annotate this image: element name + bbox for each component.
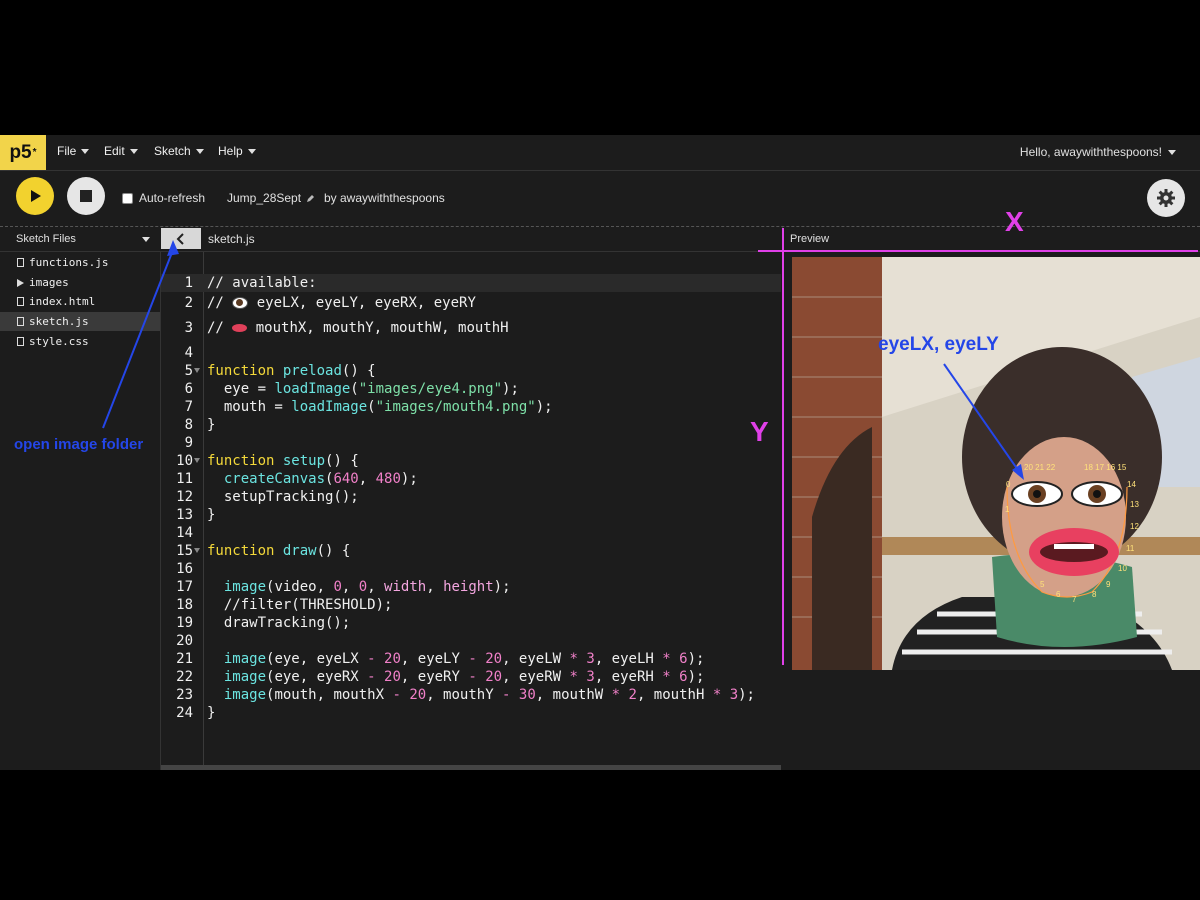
annotation-eye-label: eyeLX, eyeLY xyxy=(878,334,999,355)
annotation-open-folder: open image folder xyxy=(14,436,144,453)
annotation-x-axis: X xyxy=(1005,206,1024,237)
annotation-y-axis: Y xyxy=(750,416,769,447)
annotation-overlay xyxy=(102,228,1198,665)
